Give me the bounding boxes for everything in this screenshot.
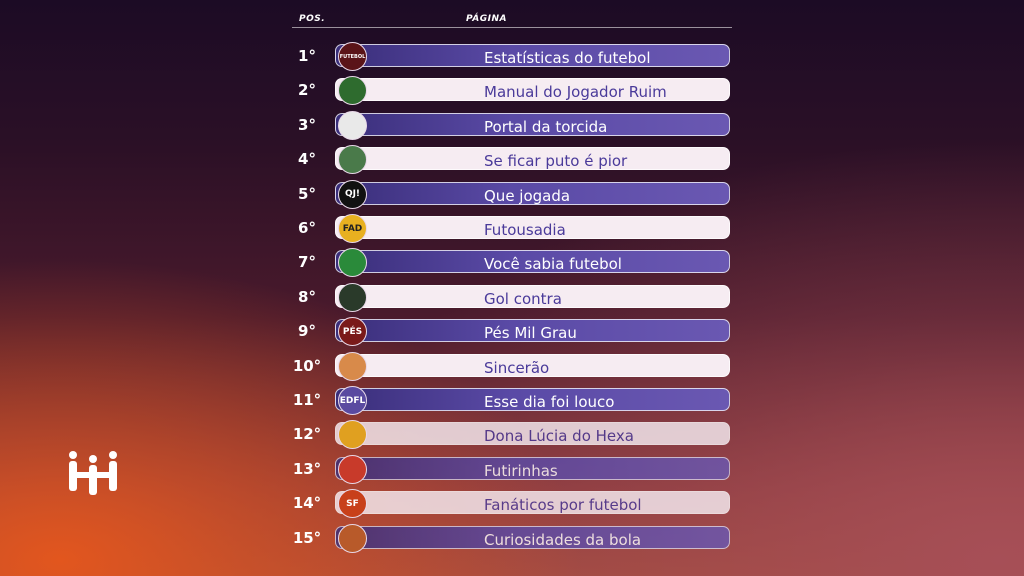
pos-column-header: POS. bbox=[299, 14, 326, 24]
page-name: Dona Lúcia do Hexa bbox=[484, 427, 634, 446]
table-header: POS. PÁGINA bbox=[292, 10, 732, 28]
rank-position: 7° bbox=[298, 253, 316, 272]
rank-position: 8° bbox=[298, 287, 316, 306]
football-crest-icon: FUTEBOL bbox=[338, 42, 367, 71]
badge-ball-icon bbox=[338, 523, 367, 553]
page-name: Gol contra bbox=[484, 289, 562, 308]
rank-position: 1° bbox=[298, 47, 316, 65]
ranking-row: 8° Gol contra bbox=[292, 282, 732, 312]
avatar-text: FAD bbox=[342, 223, 363, 234]
page-name: Portal da torcida bbox=[484, 117, 608, 136]
page-name-pill: Que jogada bbox=[335, 181, 730, 205]
page-name-pill: Fanáticos por futebol bbox=[335, 491, 730, 515]
ranking-row: 15° Curiosidades da bola bbox=[292, 523, 732, 553]
brand-people-logo-icon bbox=[69, 451, 117, 495]
page-column-header: PÁGINA bbox=[466, 14, 507, 24]
shield-crest-icon: FAD bbox=[338, 214, 367, 243]
laurel-ball-icon bbox=[338, 110, 367, 140]
page-name-pill: Portal da torcida bbox=[335, 112, 730, 136]
page-name-pill: Você sabia futebol bbox=[335, 250, 730, 274]
avatar-text: SF bbox=[346, 498, 359, 509]
ranking-row: 5° Que jogada QJ! bbox=[292, 179, 732, 209]
sunglasses-face-icon bbox=[338, 351, 367, 381]
person-portrait-icon bbox=[338, 76, 367, 106]
rank-position: 4° bbox=[298, 150, 316, 169]
page-name: Pés Mil Grau bbox=[484, 324, 577, 343]
qj-logo-icon: QJ! bbox=[338, 179, 367, 209]
rank-position: 6° bbox=[298, 219, 316, 237]
ranking-row: 9° Pés Mil Grau PÉS bbox=[292, 317, 732, 347]
page-name-pill: Dona Lúcia do Hexa bbox=[335, 422, 730, 446]
page-name-pill: Se ficar puto é pior bbox=[335, 147, 730, 171]
comic-ball-icon bbox=[338, 454, 367, 484]
page-name-pill: Manual do Jogador Ruim bbox=[335, 78, 730, 102]
rank-position: 14° bbox=[292, 494, 322, 513]
avatar-text: EDFL bbox=[339, 395, 366, 406]
page-name: Esse dia foi louco bbox=[484, 393, 615, 411]
avatar-text: QJ! bbox=[344, 189, 361, 200]
rank-position: 5° bbox=[298, 184, 316, 203]
ranking-row: 13° Futirinhas bbox=[292, 454, 732, 484]
ranking-row: 1° Estatísticas do futebol FUTEBOL bbox=[292, 42, 732, 71]
page-name: Se ficar puto é pior bbox=[484, 152, 628, 171]
page-name-pill: Estatísticas do futebol bbox=[335, 44, 730, 67]
ranking-row: 7° Você sabia futebol bbox=[292, 248, 732, 278]
avatar-text: PÉS bbox=[342, 326, 363, 337]
rank-position: 3° bbox=[298, 115, 316, 134]
ranking-row: 12° Dona Lúcia do Hexa bbox=[292, 420, 732, 450]
ranking-row: 10° Sincerão bbox=[292, 351, 732, 381]
sf-logo-icon: SF bbox=[338, 489, 367, 519]
edfl-logo-icon: EDFL bbox=[338, 386, 367, 415]
pes-logo-icon: PÉS bbox=[338, 317, 367, 347]
soccer-ball-icon bbox=[338, 248, 367, 278]
page-name: Futousadia bbox=[484, 221, 566, 239]
page-name: Que jogada bbox=[484, 186, 571, 205]
ranking-row: 6° Futousadia FAD bbox=[292, 214, 732, 243]
rank-position: 11° bbox=[292, 391, 322, 409]
rank-position: 12° bbox=[292, 425, 322, 444]
page-name: Curiosidades da bola bbox=[484, 530, 642, 549]
ranking-row: 3° Portal da torcida bbox=[292, 110, 732, 140]
avatar-text: FUTEBOL bbox=[339, 53, 366, 60]
ranking-row: 4° Se ficar puto é pior bbox=[292, 145, 732, 175]
page-name: Futirinhas bbox=[484, 461, 558, 480]
header-divider bbox=[292, 27, 732, 28]
page-name-pill: Futousadia bbox=[335, 216, 730, 239]
page-name: Fanáticos por futebol bbox=[484, 496, 642, 515]
page-name-pill: Curiosidades da bola bbox=[335, 525, 730, 549]
ranking-row: 2° Manual do Jogador Ruim bbox=[292, 76, 732, 106]
page-name: Manual do Jogador Ruim bbox=[484, 83, 667, 102]
page-name: Estatísticas do futebol bbox=[484, 49, 651, 67]
person-portrait-icon bbox=[338, 145, 367, 175]
ranking-row: 14° Fanáticos por futebol SF bbox=[292, 489, 732, 519]
page-name-pill: Gol contra bbox=[335, 284, 730, 308]
page-name-pill: Sincerão bbox=[335, 353, 730, 377]
ranking-row: 11° Esse dia foi louco EDFL bbox=[292, 386, 732, 415]
woman-portrait-icon bbox=[338, 420, 367, 450]
player-silhouette-icon bbox=[338, 282, 367, 312]
page-name: Você sabia futebol bbox=[484, 255, 622, 274]
rank-position: 15° bbox=[292, 528, 322, 547]
rank-position: 13° bbox=[292, 459, 322, 478]
page-name-pill: Futirinhas bbox=[335, 456, 730, 480]
rank-position: 9° bbox=[298, 322, 316, 341]
page-name-pill: Esse dia foi louco bbox=[335, 388, 730, 411]
page-name: Sincerão bbox=[484, 358, 550, 377]
page-name-pill: Pés Mil Grau bbox=[335, 319, 730, 343]
rank-position: 2° bbox=[298, 81, 316, 100]
rank-position: 10° bbox=[292, 356, 322, 375]
